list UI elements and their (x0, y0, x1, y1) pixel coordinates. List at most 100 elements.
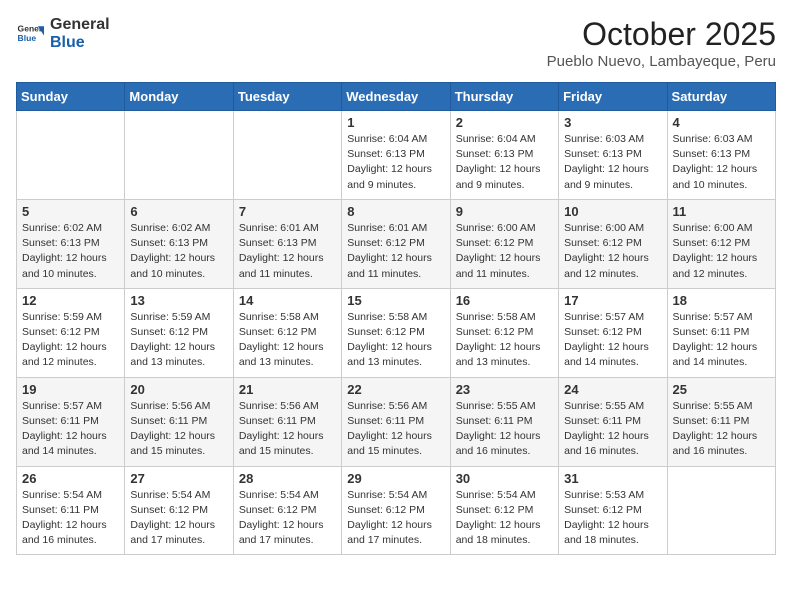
day-number: 26 (22, 471, 119, 486)
day-info: Sunrise: 6:00 AMSunset: 6:12 PMDaylight:… (673, 221, 770, 282)
calendar-cell: 4 Sunrise: 6:03 AMSunset: 6:13 PMDaylight… (667, 111, 775, 200)
day-number: 7 (239, 204, 336, 219)
day-number: 11 (673, 204, 770, 219)
day-info: Sunrise: 6:00 AMSunset: 6:12 PMDaylight:… (564, 221, 661, 282)
day-number: 6 (130, 204, 227, 219)
day-number: 21 (239, 382, 336, 397)
weekday-header-sunday: Sunday (17, 83, 125, 111)
day-info: Sunrise: 5:57 AMSunset: 6:11 PMDaylight:… (22, 399, 119, 460)
page-header: General Blue General Blue October 2025 P… (16, 16, 776, 70)
weekday-header-wednesday: Wednesday (342, 83, 450, 111)
day-info: Sunrise: 5:54 AMSunset: 6:12 PMDaylight:… (239, 488, 336, 549)
day-number: 13 (130, 293, 227, 308)
calendar-cell: 24 Sunrise: 5:55 AMSunset: 6:11 PMDayligh… (559, 377, 667, 466)
logo: General Blue General Blue (16, 16, 110, 51)
day-number: 5 (22, 204, 119, 219)
day-number: 12 (22, 293, 119, 308)
calendar-cell: 6 Sunrise: 6:02 AMSunset: 6:13 PMDaylight… (125, 199, 233, 288)
calendar-cell: 5 Sunrise: 6:02 AMSunset: 6:13 PMDaylight… (17, 199, 125, 288)
day-info: Sunrise: 5:55 AMSunset: 6:11 PMDaylight:… (564, 399, 661, 460)
calendar-cell: 19 Sunrise: 5:57 AMSunset: 6:11 PMDayligh… (17, 377, 125, 466)
calendar-cell: 3 Sunrise: 6:03 AMSunset: 6:13 PMDaylight… (559, 111, 667, 200)
day-info: Sunrise: 5:54 AMSunset: 6:11 PMDaylight:… (22, 488, 119, 549)
logo-blue-text: Blue (50, 34, 110, 52)
day-info: Sunrise: 6:00 AMSunset: 6:12 PMDaylight:… (456, 221, 553, 282)
calendar-week-1: 1 Sunrise: 6:04 AMSunset: 6:13 PMDaylight… (17, 111, 776, 200)
logo-icon: General Blue (16, 20, 44, 48)
day-info: Sunrise: 5:54 AMSunset: 6:12 PMDaylight:… (347, 488, 444, 549)
calendar-cell (667, 466, 775, 555)
day-number: 31 (564, 471, 661, 486)
weekday-header-tuesday: Tuesday (233, 83, 341, 111)
day-info: Sunrise: 5:54 AMSunset: 6:12 PMDaylight:… (456, 488, 553, 549)
month-title: October 2025 (547, 16, 776, 53)
calendar-cell: 21Sunrise: 5:56 AMSunset: 6:11 PMDayligh… (233, 377, 341, 466)
weekday-header-thursday: Thursday (450, 83, 558, 111)
calendar-cell: 18Sunrise: 5:57 AMSunset: 6:11 PMDayligh… (667, 288, 775, 377)
calendar-cell: 30Sunrise: 5:54 AMSunset: 6:12 PMDayligh… (450, 466, 558, 555)
day-number: 14 (239, 293, 336, 308)
calendar-cell: 20Sunrise: 5:56 AMSunset: 6:11 PMDayligh… (125, 377, 233, 466)
day-info: Sunrise: 6:02 AMSunset: 6:13 PMDaylight:… (22, 221, 119, 282)
logo-general-text: General (50, 16, 110, 34)
day-info: Sunrise: 6:01 AMSunset: 6:12 PMDaylight:… (347, 221, 444, 282)
calendar-cell: 1 Sunrise: 6:04 AMSunset: 6:13 PMDaylight… (342, 111, 450, 200)
day-number: 18 (673, 293, 770, 308)
day-info: Sunrise: 5:55 AMSunset: 6:11 PMDaylight:… (456, 399, 553, 460)
day-number: 25 (673, 382, 770, 397)
day-number: 8 (347, 204, 444, 219)
title-block: October 2025 Pueblo Nuevo, Lambayeque, P… (547, 16, 776, 70)
calendar-cell (17, 111, 125, 200)
weekday-header-friday: Friday (559, 83, 667, 111)
weekday-header-saturday: Saturday (667, 83, 775, 111)
calendar-cell (125, 111, 233, 200)
day-info: Sunrise: 6:04 AMSunset: 6:13 PMDaylight:… (456, 132, 553, 193)
day-info: Sunrise: 5:58 AMSunset: 6:12 PMDaylight:… (347, 310, 444, 371)
calendar-week-5: 26 Sunrise: 5:54 AMSunset: 6:11 PMDayligh… (17, 466, 776, 555)
day-info: Sunrise: 6:04 AMSunset: 6:13 PMDaylight:… (347, 132, 444, 193)
day-info: Sunrise: 5:59 AMSunset: 6:12 PMDaylight:… (130, 310, 227, 371)
day-number: 9 (456, 204, 553, 219)
day-number: 1 (347, 115, 444, 130)
calendar-cell: 26 Sunrise: 5:54 AMSunset: 6:11 PMDayligh… (17, 466, 125, 555)
day-number: 3 (564, 115, 661, 130)
calendar-cell: 8 Sunrise: 6:01 AMSunset: 6:12 PMDaylight… (342, 199, 450, 288)
calendar-week-3: 12 Sunrise: 5:59 AMSunset: 6:12 PMDayligh… (17, 288, 776, 377)
day-number: 20 (130, 382, 227, 397)
calendar-cell: 23 Sunrise: 5:55 AMSunset: 6:11 PMDayligh… (450, 377, 558, 466)
day-info: Sunrise: 6:03 AMSunset: 6:13 PMDaylight:… (673, 132, 770, 193)
calendar-cell: 2Sunrise: 6:04 AMSunset: 6:13 PMDaylight… (450, 111, 558, 200)
day-info: Sunrise: 5:58 AMSunset: 6:12 PMDaylight:… (239, 310, 336, 371)
day-info: Sunrise: 5:58 AMSunset: 6:12 PMDaylight:… (456, 310, 553, 371)
day-info: Sunrise: 6:01 AMSunset: 6:13 PMDaylight:… (239, 221, 336, 282)
day-number: 23 (456, 382, 553, 397)
day-number: 19 (22, 382, 119, 397)
calendar-cell: 7 Sunrise: 6:01 AMSunset: 6:13 PMDaylight… (233, 199, 341, 288)
day-info: Sunrise: 5:54 AMSunset: 6:12 PMDaylight:… (130, 488, 227, 549)
calendar-cell: 15Sunrise: 5:58 AMSunset: 6:12 PMDayligh… (342, 288, 450, 377)
calendar-cell: 14 Sunrise: 5:58 AMSunset: 6:12 PMDayligh… (233, 288, 341, 377)
subtitle: Pueblo Nuevo, Lambayeque, Peru (547, 53, 776, 70)
svg-text:Blue: Blue (18, 33, 37, 43)
calendar-cell: 29 Sunrise: 5:54 AMSunset: 6:12 PMDayligh… (342, 466, 450, 555)
day-number: 17 (564, 293, 661, 308)
day-info: Sunrise: 6:02 AMSunset: 6:13 PMDaylight:… (130, 221, 227, 282)
calendar-week-2: 5 Sunrise: 6:02 AMSunset: 6:13 PMDaylight… (17, 199, 776, 288)
calendar-cell: 27Sunrise: 5:54 AMSunset: 6:12 PMDayligh… (125, 466, 233, 555)
day-number: 29 (347, 471, 444, 486)
calendar-cell: 11 Sunrise: 6:00 AMSunset: 6:12 PMDayligh… (667, 199, 775, 288)
day-info: Sunrise: 6:03 AMSunset: 6:13 PMDaylight:… (564, 132, 661, 193)
calendar-cell: 12 Sunrise: 5:59 AMSunset: 6:12 PMDayligh… (17, 288, 125, 377)
calendar-week-4: 19 Sunrise: 5:57 AMSunset: 6:11 PMDayligh… (17, 377, 776, 466)
day-number: 4 (673, 115, 770, 130)
calendar-table: SundayMondayTuesdayWednesdayThursdayFrid… (16, 82, 776, 555)
day-info: Sunrise: 5:59 AMSunset: 6:12 PMDaylight:… (22, 310, 119, 371)
day-number: 22 (347, 382, 444, 397)
day-number: 16 (456, 293, 553, 308)
calendar-cell: 28Sunrise: 5:54 AMSunset: 6:12 PMDayligh… (233, 466, 341, 555)
day-info: Sunrise: 5:55 AMSunset: 6:11 PMDaylight:… (673, 399, 770, 460)
weekday-header-monday: Monday (125, 83, 233, 111)
calendar-cell: 17Sunrise: 5:57 AMSunset: 6:12 PMDayligh… (559, 288, 667, 377)
day-number: 10 (564, 204, 661, 219)
day-number: 24 (564, 382, 661, 397)
